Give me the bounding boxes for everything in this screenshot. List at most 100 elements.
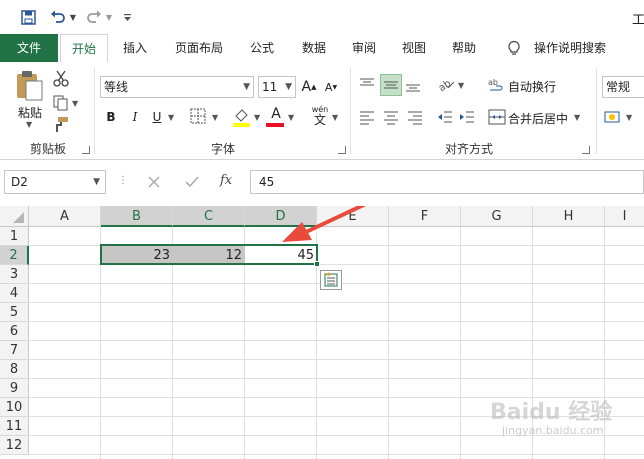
row-header-5[interactable]: 5	[0, 303, 29, 322]
row-header-10[interactable]: 10	[0, 398, 29, 417]
number-format-combo[interactable]: 常规	[602, 76, 644, 98]
merge-center-button[interactable]: 合并后居中	[508, 110, 568, 127]
merge-center-icon[interactable]	[488, 108, 506, 126]
chevron-down-icon: ▼	[243, 82, 250, 92]
row-header-6[interactable]: 6	[0, 322, 29, 341]
align-top-icon[interactable]	[358, 76, 378, 96]
orientation-icon[interactable]: ab	[436, 76, 456, 96]
watermark-url: jingyan.baidu.com	[502, 424, 604, 437]
tab-file[interactable]: 文件	[0, 34, 58, 62]
tab-formulas[interactable]: 公式	[240, 34, 284, 62]
tab-data[interactable]: 数据	[292, 34, 336, 62]
font-color-dropdown-icon[interactable]: ▼	[288, 113, 294, 122]
accounting-dropdown-icon[interactable]: ▼	[626, 113, 632, 122]
align-bottom-icon[interactable]	[404, 76, 424, 96]
copy-dropdown-icon[interactable]: ▼	[72, 99, 78, 108]
drag-handle-icon[interactable]: ⋮	[118, 175, 128, 186]
phonetic-button[interactable]: wén 文	[308, 106, 332, 128]
cancel-icon[interactable]	[146, 174, 162, 190]
font-name-combo[interactable]: 等线 ▼	[100, 76, 254, 98]
worksheet-grid[interactable]: A B C D E F G H I 1 2 3 4 5 6 7 8 9 10 1…	[0, 206, 644, 459]
paste-button[interactable]: 粘贴	[14, 104, 46, 121]
group-separator	[596, 68, 597, 154]
tab-help[interactable]: 帮助	[442, 34, 486, 62]
row-header-12[interactable]: 12	[0, 436, 29, 455]
copy-icon[interactable]	[52, 94, 70, 112]
redo-dropdown-icon[interactable]: ▼	[104, 8, 114, 26]
phonetic-icon: 文	[313, 113, 326, 127]
tell-me-search[interactable]: 操作说明搜索	[528, 34, 612, 62]
increase-indent-icon[interactable]	[458, 108, 478, 128]
align-center-icon[interactable]	[382, 108, 402, 128]
redo-icon[interactable]	[84, 8, 104, 26]
font-launcher-icon[interactable]	[338, 146, 346, 154]
grow-font-button[interactable]: A ▲	[300, 78, 318, 96]
clipboard-group-label: 剪贴板	[29, 142, 66, 156]
decrease-indent-icon[interactable]	[436, 108, 456, 128]
align-left-icon[interactable]	[358, 108, 378, 128]
accounting-format-icon[interactable]	[604, 108, 624, 128]
fill-color-dropdown-icon[interactable]: ▼	[254, 113, 260, 122]
ribbon-tabs: 文件 开始 插入 页面布局 公式 数据 审阅 视图 帮助 操作说明搜索	[0, 34, 644, 62]
svg-text:ab: ab	[437, 78, 454, 94]
tab-insert[interactable]: 插入	[112, 34, 158, 62]
row-header-7[interactable]: 7	[0, 341, 29, 360]
row-header-9[interactable]: 9	[0, 379, 29, 398]
row-header-8[interactable]: 8	[0, 360, 29, 379]
formula-bar: D2 ▼ ⋮ fx 45	[0, 160, 644, 206]
borders-dropdown-icon[interactable]: ▼	[212, 113, 218, 122]
row-header-11[interactable]: 11	[0, 417, 29, 436]
row-header-3[interactable]: 3	[0, 265, 29, 284]
row-header-4[interactable]: 4	[0, 284, 29, 303]
row-header-2[interactable]: 2	[0, 246, 29, 265]
column-header-c[interactable]: C	[173, 206, 245, 227]
font-size-combo[interactable]: 11 ▼	[258, 76, 296, 98]
tab-page-layout[interactable]: 页面布局	[166, 34, 232, 62]
tab-home[interactable]: 开始	[60, 34, 108, 62]
chevron-down-icon: ▼	[93, 177, 100, 187]
enter-icon[interactable]	[184, 174, 200, 190]
shrink-font-button[interactable]: A ▼	[322, 78, 340, 96]
undo-icon[interactable]	[48, 8, 68, 26]
phonetic-dropdown-icon[interactable]: ▼	[332, 113, 338, 122]
quick-analysis-icon	[324, 272, 338, 287]
tab-view[interactable]: 视图	[392, 34, 436, 62]
underline-button[interactable]: U	[148, 108, 166, 126]
wrap-text-icon[interactable]: ab	[488, 76, 504, 94]
italic-button[interactable]: I	[126, 108, 144, 126]
undo-dropdown-icon[interactable]: ▼	[68, 8, 78, 26]
column-header-a[interactable]: A	[29, 206, 101, 227]
underline-dropdown-icon[interactable]: ▼	[168, 113, 174, 122]
alignment-launcher-icon[interactable]	[582, 146, 590, 154]
insert-function-icon[interactable]: fx	[220, 173, 232, 188]
bold-button[interactable]: B	[102, 108, 120, 126]
font-color-button[interactable]: A	[266, 106, 286, 128]
cut-icon[interactable]	[52, 70, 70, 88]
lightbulb-icon[interactable]	[506, 40, 522, 56]
column-header-i[interactable]: I	[605, 206, 644, 227]
name-box[interactable]: D2 ▼	[4, 170, 106, 194]
clipboard-launcher-icon[interactable]	[82, 146, 90, 154]
customize-toolbar-icon[interactable]	[120, 8, 134, 26]
formula-input[interactable]: 45	[250, 170, 644, 194]
merge-dropdown-icon[interactable]: ▼	[574, 113, 580, 122]
wrap-text-button[interactable]: 自动换行	[508, 78, 556, 95]
column-header-b[interactable]: B	[101, 206, 173, 227]
format-painter-icon[interactable]	[52, 116, 70, 134]
fill-color-icon[interactable]	[232, 106, 252, 128]
align-right-icon[interactable]	[406, 108, 426, 128]
group-separator	[350, 68, 351, 154]
row-header-1[interactable]: 1	[0, 227, 29, 246]
column-header-g[interactable]: G	[461, 206, 533, 227]
borders-icon[interactable]	[190, 108, 208, 126]
align-middle-icon[interactable]	[380, 74, 402, 96]
quick-analysis-button[interactable]	[320, 270, 342, 290]
column-header-h[interactable]: H	[533, 206, 605, 227]
paste-dropdown-icon[interactable]: ▼	[26, 120, 32, 129]
select-all-corner[interactable]	[0, 206, 29, 227]
group-separator	[94, 68, 95, 154]
tab-review[interactable]: 审阅	[342, 34, 386, 62]
paste-icon[interactable]	[14, 70, 46, 102]
orientation-dropdown-icon[interactable]: ▼	[458, 81, 464, 90]
save-icon[interactable]	[18, 8, 38, 26]
